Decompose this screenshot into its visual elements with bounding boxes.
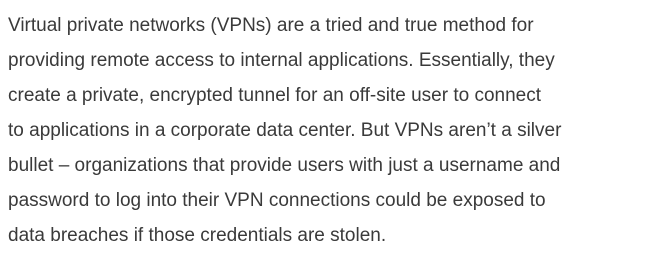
paragraph-line: create a private, encrypted tunnel for a… bbox=[8, 85, 542, 106]
paragraph-line: bullet – organizations that provide user… bbox=[8, 155, 561, 176]
paragraph-line: password to log into their VPN connectio… bbox=[8, 190, 546, 211]
paragraph-line: providing remote access to internal appl… bbox=[8, 50, 555, 71]
article-body: Virtual private networks (VPNs) are a tr… bbox=[0, 0, 658, 253]
paragraph-line: Virtual private networks (VPNs) are a tr… bbox=[8, 15, 534, 36]
paragraph-line: data breaches if those credentials are s… bbox=[8, 225, 387, 246]
body-paragraph: Virtual private networks (VPNs) are a tr… bbox=[8, 8, 658, 253]
paragraph-line: to applications in a corporate data cent… bbox=[8, 120, 562, 141]
